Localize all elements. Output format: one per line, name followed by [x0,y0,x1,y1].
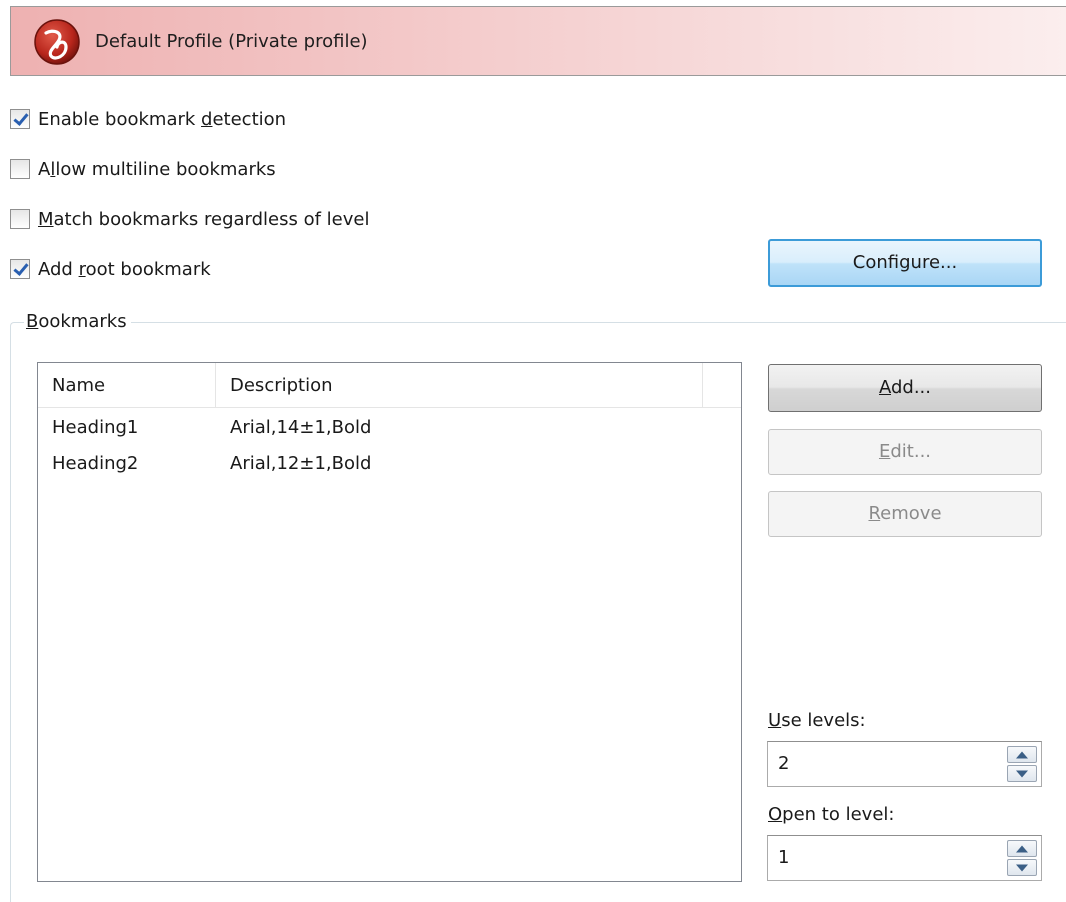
list-item-description: Arial,12±1,Bold [230,453,372,474]
column-header-name[interactable]: Name [38,363,216,407]
checkbox-match-bookmarks-regardless-of-level[interactable]: Match bookmarks regardless of level [10,206,369,232]
open-to-level-value[interactable]: 1 [778,836,789,880]
open-to-level-label: Open to level: [768,804,895,825]
profile-header: Default Profile (Private profile) [10,6,1066,76]
checkbox-add-root-bookmark[interactable]: Add root bookmark [10,256,211,282]
use-levels-value[interactable]: 2 [778,742,789,786]
checkbox-label: Enable bookmark detection [38,108,287,130]
list-item[interactable]: Heading2 Arial,12±1,Bold [38,447,741,481]
checkbox-allow-multiline-bookmarks[interactable]: Allow multiline bookmarks [10,156,276,182]
profile-title: Default Profile (Private profile) [95,31,368,52]
configure-button[interactable]: Configure... [768,239,1042,287]
column-header-filler [703,363,741,407]
use-levels-spinner[interactable]: 2 [767,741,1042,787]
arrow-down-icon [1016,770,1028,777]
add-button[interactable]: Add... [768,364,1042,412]
checkbox-label: Add root bookmark [38,258,211,280]
list-header: Name Description [38,363,741,408]
spin-down-button[interactable] [1007,859,1037,876]
arrow-up-icon [1016,751,1028,758]
checkbox-label: Match bookmarks regardless of level [38,208,370,230]
use-levels-label: Use levels: [768,710,866,731]
checkbox-unchecked-icon[interactable] [10,159,30,179]
checkbox-label: Allow multiline bookmarks [38,158,276,180]
arrow-down-icon [1016,864,1028,871]
remove-button[interactable]: Remove [768,491,1042,537]
checkbox-unchecked-icon[interactable] [10,209,30,229]
list-item-description: Arial,14±1,Bold [230,417,372,438]
spin-down-button[interactable] [1007,765,1037,782]
checkbox-enable-bookmark-detection[interactable]: Enable bookmark detection [10,106,286,132]
list-item-name: Heading1 [52,417,139,438]
edit-button[interactable]: Edit... [768,429,1042,475]
arrow-up-icon [1016,845,1028,852]
column-header-description[interactable]: Description [216,363,703,407]
checkbox-checked-icon[interactable] [10,109,30,129]
spin-up-button[interactable] [1007,840,1037,857]
bookmarks-list[interactable]: Name Description Heading1 Arial,14±1,Bol… [37,362,742,882]
app-logo-icon [34,19,80,65]
list-item-name: Heading2 [52,453,139,474]
bookmarks-group-label: Bookmarks [24,311,131,332]
open-to-level-spinner[interactable]: 1 [767,835,1042,881]
checkbox-checked-icon[interactable] [10,259,30,279]
spin-up-button[interactable] [1007,746,1037,763]
list-item[interactable]: Heading1 Arial,14±1,Bold [38,411,741,445]
